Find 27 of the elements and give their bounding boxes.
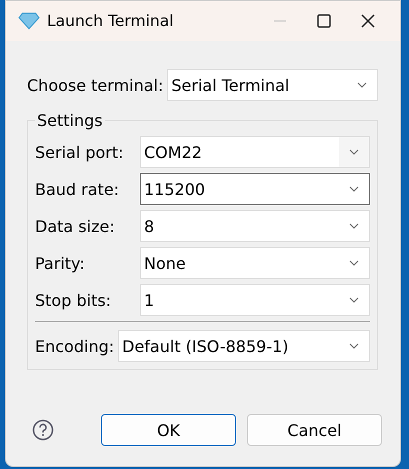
dropdown-field[interactable]: 1	[140, 284, 370, 316]
field-label: Baud rate:	[35, 180, 120, 198]
field-label: Parity:	[35, 254, 86, 272]
dropdown-field[interactable]: None	[140, 247, 370, 279]
encoding-dropdown[interactable]: Default (ISO-8859-1)	[118, 330, 370, 362]
chevron-icon	[349, 260, 359, 266]
window-title: Launch Terminal	[47, 12, 175, 30]
field-label: Encoding:	[35, 336, 114, 356]
chevron-icon	[349, 297, 359, 303]
chevron-icon	[349, 343, 359, 349]
dialog-button[interactable]: OK	[101, 414, 236, 446]
field-label: Serial port:	[35, 142, 125, 162]
group-title: Settings	[35, 111, 105, 130]
dropdown-field[interactable]: 115200	[140, 173, 370, 205]
field-label: Data size:	[35, 216, 116, 236]
field-label: Stop bits:	[35, 290, 112, 310]
field-label: Choose terminal:	[27, 76, 164, 94]
chevron-icon	[349, 186, 359, 192]
terminal-dropdown[interactable]: Serial Terminal	[167, 69, 378, 101]
chevron-icon	[357, 82, 367, 88]
chevron-icon	[349, 223, 359, 229]
help-icon[interactable]	[32, 419, 54, 441]
dialog-button[interactable]: Cancel	[247, 414, 382, 446]
dropdown-field[interactable]: 8	[140, 210, 370, 242]
chevron-icon	[349, 149, 359, 155]
diamond-icon	[18, 12, 40, 30]
dropdown-field[interactable]: COM22	[140, 136, 370, 168]
